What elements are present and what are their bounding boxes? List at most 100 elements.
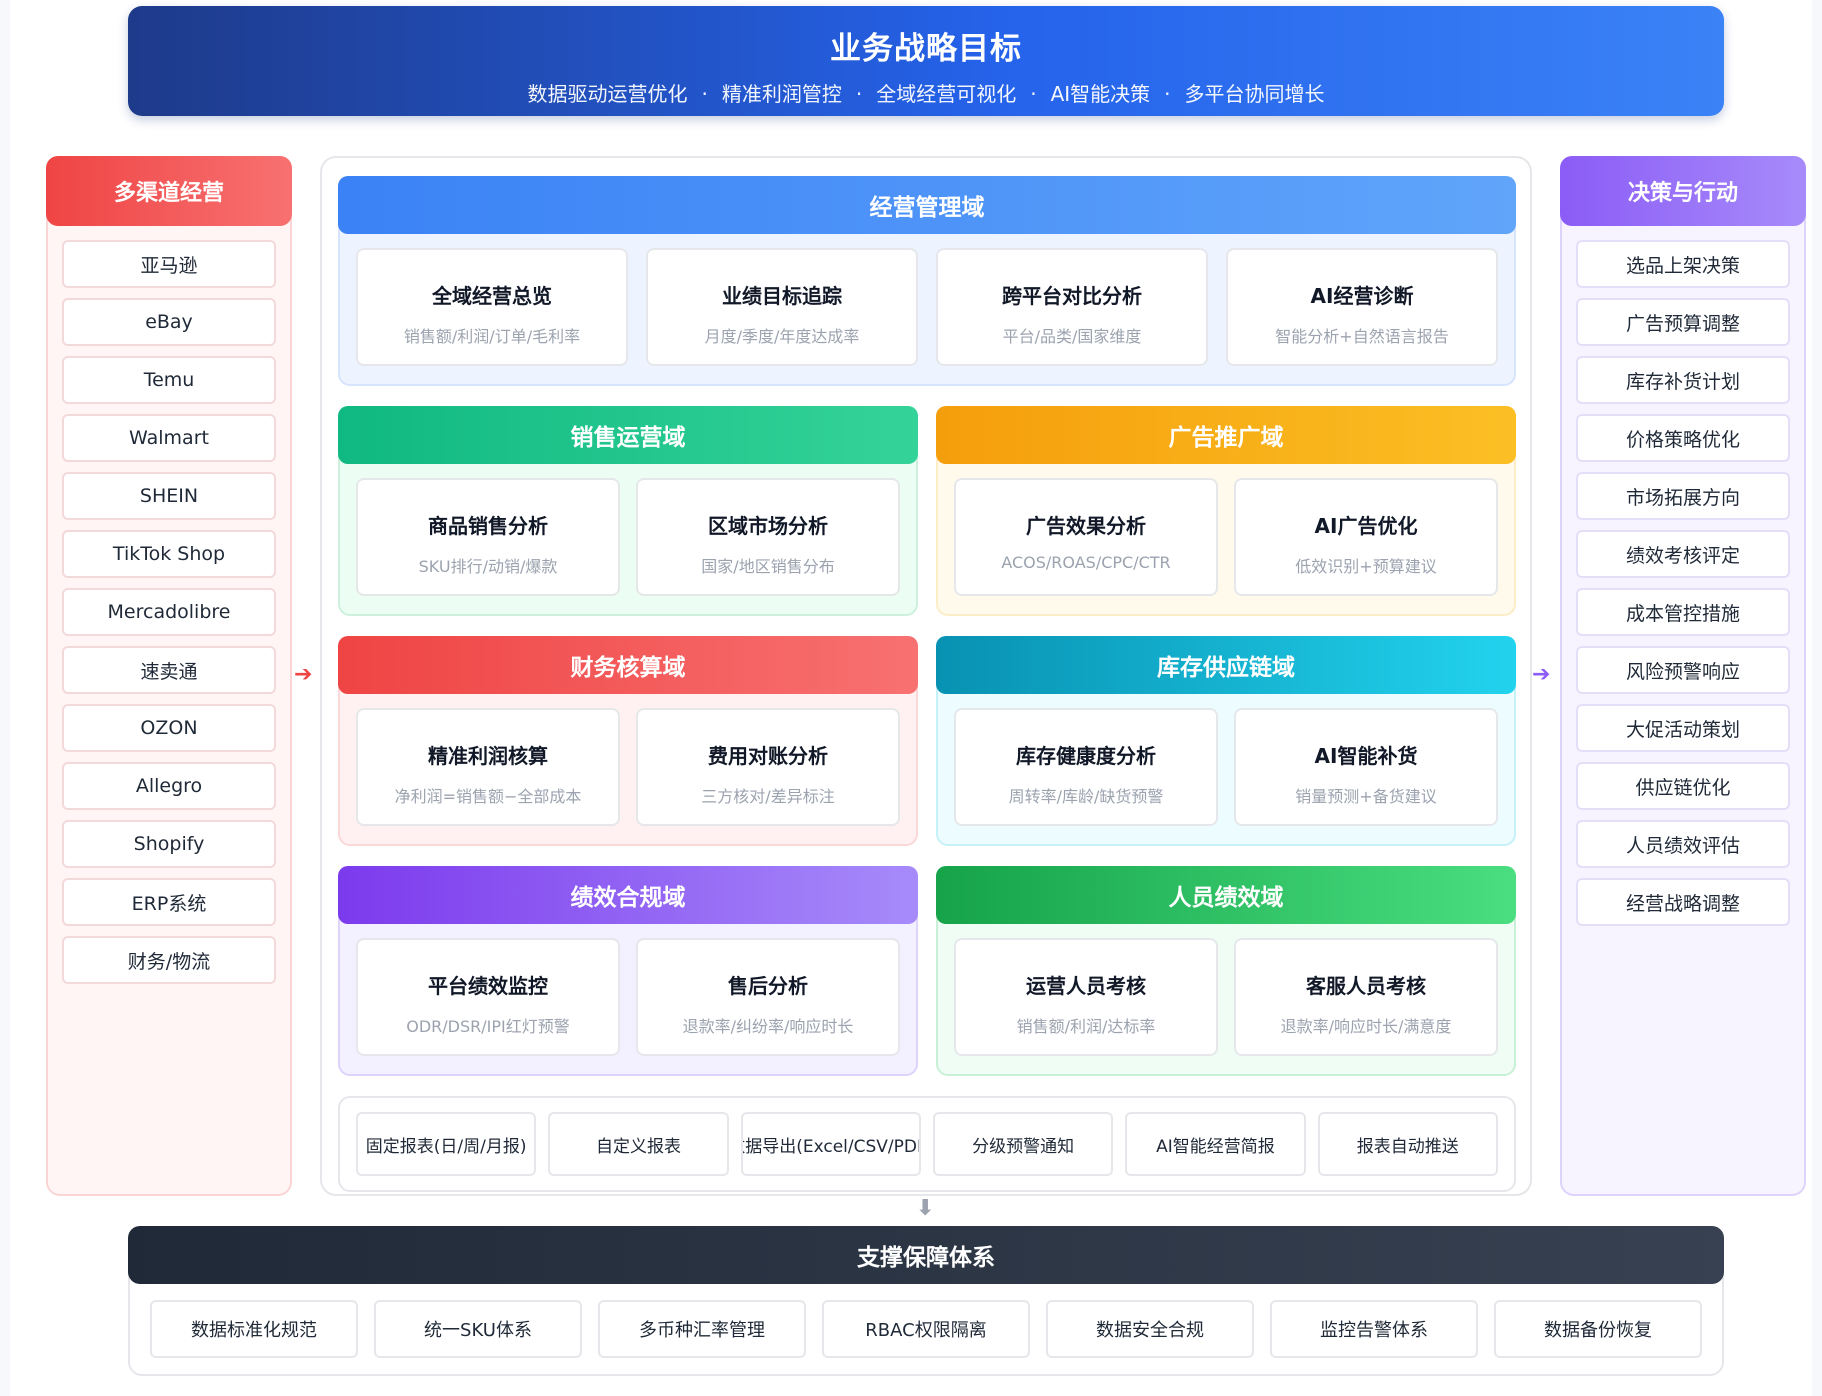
channel-item: eBay <box>62 298 276 346</box>
feature-card: 运营人员考核 销售额/利润/达标率 <box>954 938 1218 1056</box>
card-subtitle: 销售额/利润/订单/毛利率 <box>403 327 581 346</box>
domain-title: 广告推广域 <box>936 406 1516 464</box>
report-item: 分级预警通知 <box>932 1112 1114 1176</box>
down-arrow-icon: ⬇ <box>916 1196 935 1221</box>
card-subtitle: 销量预测+备货建议 <box>1295 787 1437 806</box>
decisions-title: 决策与行动 <box>1560 156 1806 226</box>
domains-panel: 经营管理域 全域经营总览 销售额/利润/订单/毛利率 业绩目标追踪 月度/季度/年度达… <box>320 156 1532 1196</box>
feature-card: AI广告优化 低效识别+预算建议 <box>1234 478 1498 596</box>
support-panel: 支撑保障体系 数据标准化规范 统一SKU体系 多币种汇率管理 RBAC权限隔离 数据安全… <box>128 1226 1724 1376</box>
right-arrow-icon: ➔ <box>294 662 313 687</box>
goal: 数据驱动运营优化 <box>527 82 688 106</box>
domain-ads: 广告推广域 广告效果分析 ACOS/ROAS/CPC/CTR AI广告优化 低效识别+… <box>936 406 1516 616</box>
support-item: 数据标准化规范 <box>150 1300 358 1358</box>
goal-separator: · <box>1164 82 1171 106</box>
support-item: RBAC权限隔离 <box>822 1300 1030 1358</box>
card-subtitle: 智能分析+自然语言报告 <box>1275 327 1449 346</box>
architecture-diagram: 业务战略目标 数据驱动运营优化 · 精准利润管控 · 全域经营可视化 · AI智能决策 · 多平… <box>10 0 1812 1396</box>
card-subtitle: 平台/品类/国家维度 <box>1002 327 1142 346</box>
domain-cards: 库存健康度分析周转率/库龄/缺货预警 AI智能补货 销量预测+备货建议 <box>938 694 1514 840</box>
card-subtitle: 退款率/纠纷率/响应时长 <box>682 1017 854 1036</box>
support-item: 数据备份恢复 <box>1494 1300 1702 1358</box>
feature-card: AI智能补货 销量预测+备货建议 <box>1234 708 1498 826</box>
feature-card: 费用对账分析三方核对/差异标注 <box>636 708 900 826</box>
card-subtitle: 周转率/库龄/缺货预警 <box>1008 787 1164 806</box>
decision-item: 大促活动策划 <box>1576 704 1790 752</box>
feature-card: 区域市场分析国家/地区销售分布 <box>636 478 900 596</box>
goal-separator: · <box>701 82 708 106</box>
card-title: 库存健康度分析 <box>1016 744 1156 768</box>
channel-item: 财务/物流 <box>62 936 276 984</box>
channels-title: 多渠道经营 <box>46 156 292 226</box>
support-item: 监控告警体系 <box>1270 1300 1478 1358</box>
strategy-banner: 业务战略目标 数据驱动运营优化 · 精准利润管控 · 全域经营可视化 · AI智能决策 · 多平… <box>128 6 1724 116</box>
card-title: 费用对账分析 <box>708 744 828 768</box>
decision-item: 广告预算调整 <box>1576 298 1790 346</box>
goal: 精准利润管控 <box>721 82 842 106</box>
feature-card: 精准利润核算净利润=销售额−全部成本 <box>356 708 620 826</box>
feature-card: 全域经营总览 销售额/利润/订单/毛利率 <box>356 248 628 366</box>
card-subtitle: 国家/地区销售分布 <box>701 557 835 576</box>
support-item: 数据安全合规 <box>1046 1300 1254 1358</box>
banner-title: 业务战略目标 <box>830 31 1022 67</box>
card-subtitle: 净利润=销售额−全部成本 <box>394 787 582 806</box>
channel-item: ERP系统 <box>62 878 276 926</box>
right-arrow-icon: ➔ <box>1532 662 1551 687</box>
feature-card: 广告效果分析 ACOS/ROAS/CPC/CTR <box>954 478 1218 596</box>
domain-cards: 平台绩效监控 ODR/DSR/IPI红灯预警 售后分析 退款率/纠纷率/响应时长 <box>340 924 916 1070</box>
decision-item: 人员绩效评估 <box>1576 820 1790 868</box>
card-title: AI经营诊断 <box>1310 284 1414 308</box>
feature-card: 跨平台对比分析平台/品类/国家维度 <box>936 248 1208 366</box>
decision-item: 选品上架决策 <box>1576 240 1790 288</box>
card-title: 跨平台对比分析 <box>1002 284 1142 308</box>
card-title: 售后分析 <box>728 974 808 998</box>
decision-item: 市场拓展方向 <box>1576 472 1790 520</box>
domain-sales: 销售运营域 商品销售分析 SKU排行/动销/爆款 区域市场分析 国家/地区销售分布 <box>338 406 918 616</box>
channels-panel: 多渠道经营 亚马逊 eBay Temu Walmart SHEIN TikTok Shop… <box>46 156 292 1196</box>
reports-bar: 固定报表(日/周/月报)自定义报表数据导出(Excel/CSV/PDF)分级预警… <box>338 1096 1516 1192</box>
domain-title: 库存供应链域 <box>936 636 1516 694</box>
card-subtitle: ACOS/ROAS/CPC/CTR <box>1001 553 1171 572</box>
feature-card: 售后分析退款率/纠纷率/响应时长 <box>636 938 900 1056</box>
domain-cards: 精准利润核算 净利润=销售额−全部成本 费用对账分析 三方核对/差异标注 <box>340 694 916 840</box>
decision-item: 成本管控措施 <box>1576 588 1790 636</box>
decision-item: 库存补货计划 <box>1576 356 1790 404</box>
decision-item: 经营战略调整 <box>1576 878 1790 926</box>
card-subtitle: SKU排行/动销/爆款 <box>418 557 558 576</box>
channel-item: OZON <box>62 704 276 752</box>
report-item: 自定义报表 <box>548 1112 729 1176</box>
support-title: 支撑保障体系 <box>128 1226 1724 1284</box>
report-item: AI智能经营简报 <box>1125 1112 1306 1176</box>
channel-item: 速卖通 <box>62 646 276 694</box>
card-subtitle: 三方核对/差异标注 <box>701 787 835 806</box>
decision-item: 价格策略优化 <box>1576 414 1790 462</box>
report-item: 固定报表(日/周/月报) <box>356 1112 537 1176</box>
decision-item: 风险预警响应 <box>1576 646 1790 694</box>
card-subtitle: ODR/DSR/IPI红灯预警 <box>406 1017 570 1036</box>
channel-item: SHEIN <box>62 472 276 520</box>
channels-list: 亚马逊 eBay Temu Walmart SHEIN TikTok Shop Mercad… <box>48 226 290 984</box>
channel-item: Mercadolibre <box>62 588 276 636</box>
decisions-panel: 决策与行动 选品上架决策 广告预算调整 库存补货计划 价格策略优化 市场拓展方向 绩效考核… <box>1560 156 1806 1196</box>
banner-goals: 数据驱动运营优化 · 精准利润管控 · 全域经营可视化 · AI智能决策 · 多平台协同增长 <box>128 78 1724 107</box>
domain-compliance: 绩效合规域 平台绩效监控 ODR/DSR/IPI红灯预警 售后分析 退款率/纠纷率/响… <box>338 866 918 1076</box>
goal-separator: · <box>855 82 863 106</box>
decision-item: 绩效考核评定 <box>1576 530 1790 578</box>
support-item: 多币种汇率管理 <box>598 1300 806 1358</box>
feature-card: 客服人员考核 退款率/响应时长/满意度 <box>1234 938 1498 1056</box>
domain-cards: 全域经营总览 销售额/利润/订单/毛利率 业绩目标追踪 月度/季度/年度达成率 跨平台对… <box>340 234 1514 380</box>
feature-card: AI经营诊断智能分析+自然语言报告 <box>1226 248 1498 366</box>
goal-separator: · <box>1030 82 1037 106</box>
feature-card: 业绩目标追踪 月度/季度/年度达成率 <box>646 248 918 366</box>
card-title: 精准利润核算 <box>428 744 548 768</box>
domain-inventory: 库存供应链域 库存健康度分析周转率/库龄/缺货预警 AI智能补货 销量预测+备货建议 <box>936 636 1516 846</box>
channel-item: Allegro <box>62 762 276 810</box>
card-title: 广告效果分析 <box>1026 514 1146 538</box>
card-title: 区域市场分析 <box>708 514 828 538</box>
channel-item: TikTok Shop <box>62 530 276 578</box>
card-title: 业绩目标追踪 <box>722 284 842 308</box>
report-item: 报表自动推送 <box>1317 1112 1498 1176</box>
domain-finance: 财务核算域 精准利润核算 净利润=销售额−全部成本 费用对账分析 三方核对/差异标注 <box>338 636 918 846</box>
domain-title: 财务核算域 <box>338 636 918 694</box>
domain-cards: 广告效果分析 ACOS/ROAS/CPC/CTR AI广告优化 低效识别+预算建议 <box>938 464 1514 610</box>
